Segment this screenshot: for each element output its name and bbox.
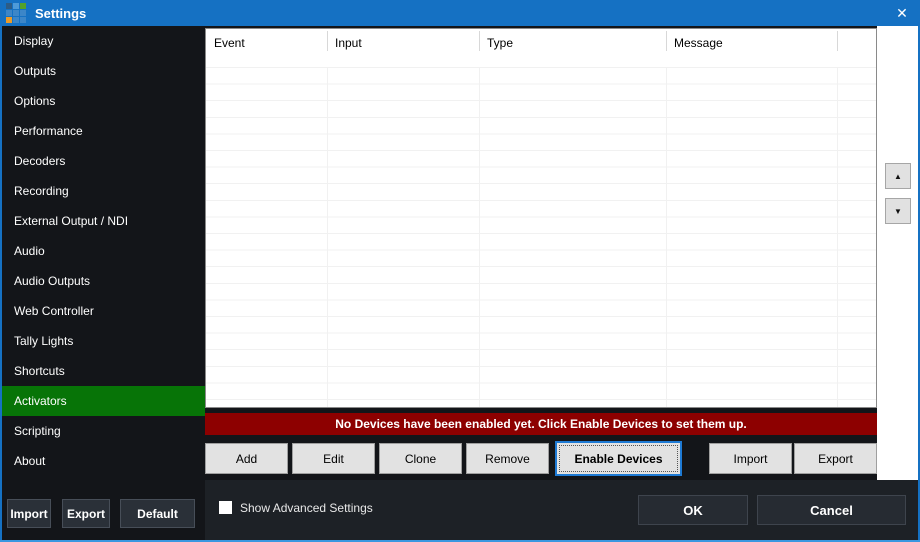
ok-button[interactable]: OK — [638, 495, 748, 525]
column-header-message: Message — [666, 29, 837, 67]
sidebar-item-activators[interactable]: Activators — [2, 386, 205, 416]
activators-table: Event Input Type Message — [205, 28, 877, 408]
remove-button[interactable]: Remove — [466, 443, 549, 474]
show-advanced-settings-checkbox[interactable] — [219, 501, 232, 514]
title-bar: Settings ✕ — [0, 0, 920, 26]
move-up-button[interactable]: ▲ — [885, 163, 911, 189]
column-header-type: Type — [479, 29, 666, 67]
sidebar-import-button[interactable]: Import — [7, 499, 51, 528]
clone-button[interactable]: Clone — [379, 443, 462, 474]
sidebar-export-button[interactable]: Export — [62, 499, 110, 528]
table-body-empty — [206, 67, 876, 407]
window-title: Settings — [35, 6, 86, 21]
bottom-bar: Show Advanced Settings OK Cancel — [205, 480, 918, 540]
column-header-event: Event — [206, 29, 327, 67]
move-down-button[interactable]: ▼ — [885, 198, 911, 224]
edit-button[interactable]: Edit — [292, 443, 375, 474]
sidebar-item-audio[interactable]: Audio — [2, 236, 205, 266]
enable-devices-button[interactable]: Enable Devices — [555, 441, 682, 476]
sidebar-item-decoders[interactable]: Decoders — [2, 146, 205, 176]
add-button[interactable]: Add — [205, 443, 288, 474]
sidebar-item-about[interactable]: About — [2, 446, 205, 476]
sidebar-item-recording[interactable]: Recording — [2, 176, 205, 206]
sidebar-item-display[interactable]: Display — [2, 26, 205, 56]
sidebar-item-tally-lights[interactable]: Tally Lights — [2, 326, 205, 356]
table-header: Event Input Type Message — [206, 29, 876, 67]
export-button[interactable]: Export — [794, 443, 877, 474]
settings-window: Settings ✕ Display Outputs Options Perfo… — [0, 0, 920, 542]
import-button[interactable]: Import — [709, 443, 792, 474]
sidebar-item-performance[interactable]: Performance — [2, 116, 205, 146]
sidebar-item-outputs[interactable]: Outputs — [2, 56, 205, 86]
sidebar-item-options[interactable]: Options — [2, 86, 205, 116]
scroll-strip — [877, 26, 918, 480]
column-header-input: Input — [327, 29, 479, 67]
sidebar-default-button[interactable]: Default — [120, 499, 195, 528]
show-advanced-settings-label: Show Advanced Settings — [240, 501, 373, 515]
sidebar-item-external-output-ndi[interactable]: External Output / NDI — [2, 206, 205, 236]
sidebar-item-scripting[interactable]: Scripting — [2, 416, 205, 446]
no-devices-warning-banner: No Devices have been enabled yet. Click … — [205, 413, 877, 435]
sidebar-item-audio-outputs[interactable]: Audio Outputs — [2, 266, 205, 296]
sidebar-item-shortcuts[interactable]: Shortcuts — [2, 356, 205, 386]
vmix-logo-icon — [6, 3, 27, 24]
sidebar-item-web-controller[interactable]: Web Controller — [2, 296, 205, 326]
close-icon[interactable]: ✕ — [886, 0, 918, 26]
cancel-button[interactable]: Cancel — [757, 495, 906, 525]
